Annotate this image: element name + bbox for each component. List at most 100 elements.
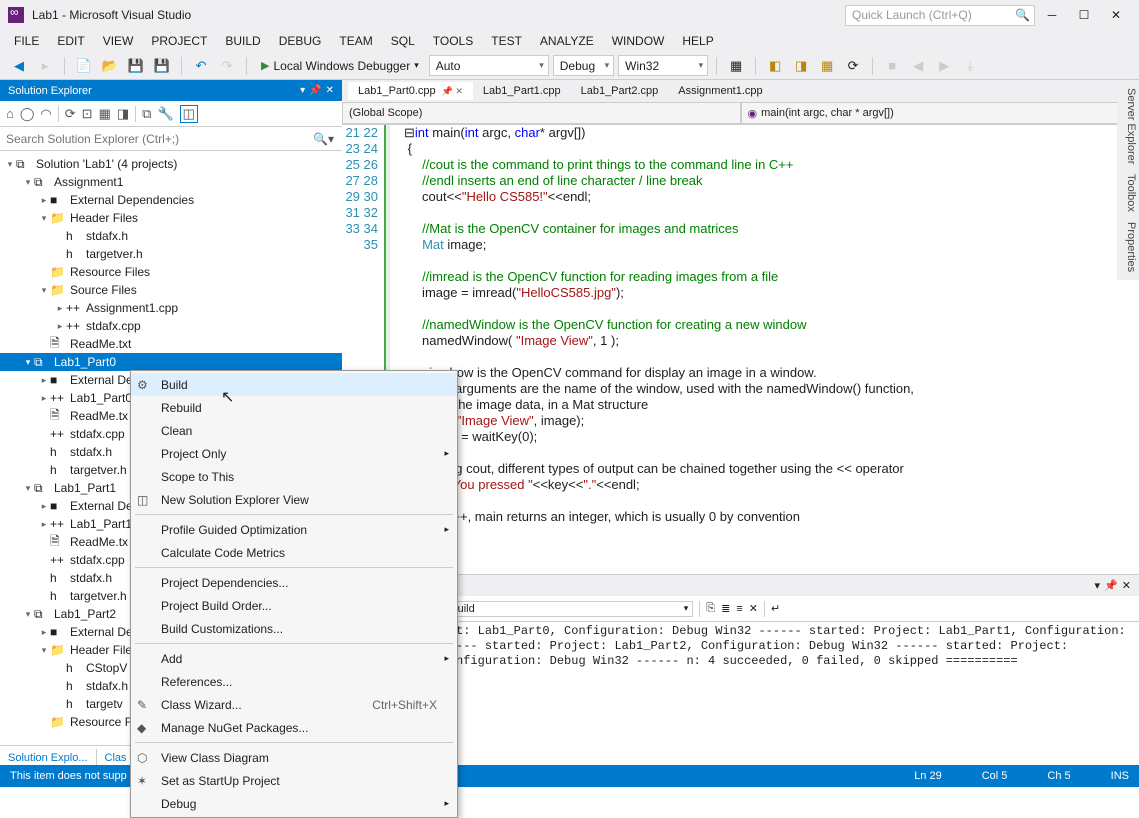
ctx-project-build-order-[interactable]: Project Build Order... [131, 594, 457, 617]
ctx-references-[interactable]: References... [131, 670, 457, 693]
ctx-rebuild[interactable]: Rebuild [131, 396, 457, 419]
tree-node[interactable]: ▸++Assignment1.cpp [0, 299, 342, 317]
tree-node[interactable]: ▸■External Dependencies [0, 191, 342, 209]
dropdown-icon[interactable]: ▾ [1095, 579, 1101, 592]
redo-button[interactable]: ↷ [216, 55, 238, 77]
code-area[interactable]: 21 22 23 24 25 26 27 28 29 30 31 32 33 3… [342, 125, 1139, 574]
tree-node[interactable]: htargetver.h [0, 245, 342, 263]
menu-file[interactable]: FILE [6, 32, 47, 50]
menu-help[interactable]: HELP [674, 32, 721, 50]
editor-tab[interactable]: Lab1_Part1.cpp [473, 82, 571, 100]
toolbar-icon[interactable]: ✕ [749, 602, 758, 615]
solution-search[interactable]: 🔍▾ [0, 127, 342, 151]
props-icon[interactable]: ⧉ [142, 106, 151, 122]
menu-edit[interactable]: EDIT [49, 32, 92, 50]
tree-node[interactable]: 📁Resource Files [0, 263, 342, 281]
toolbar-icon[interactable]: ⤓ [959, 55, 981, 77]
maximize-button[interactable]: ☐ [1069, 5, 1099, 25]
fwd-button[interactable]: ▸ [34, 55, 56, 77]
editor-tab[interactable]: Lab1_Part0.cpp 📌 ✕ [348, 82, 473, 100]
toolbar-icon[interactable]: ▦ [725, 55, 747, 77]
toolbar-icon[interactable]: ⎘ [706, 602, 715, 615]
tree-node[interactable]: 🗎ReadMe.txt [0, 335, 342, 353]
toolbar-icon[interactable]: ◀ [907, 55, 929, 77]
output-from-combo[interactable]: Build [443, 601, 693, 617]
ctx-calculate-code-metrics[interactable]: Calculate Code Metrics [131, 541, 457, 564]
toolbar-icon[interactable]: ↵ [771, 602, 780, 615]
undo-button[interactable]: ↶ [190, 55, 212, 77]
pin-icon[interactable]: 📌 [1104, 579, 1118, 592]
tree-node[interactable]: ▾📁Header Files [0, 209, 342, 227]
new-project-button[interactable]: 📄 [73, 55, 95, 77]
ctx-project-dependencies-[interactable]: Project Dependencies... [131, 571, 457, 594]
ctx-scope-to-this[interactable]: Scope to This [131, 465, 457, 488]
toggle-icon[interactable]: ◫ [180, 105, 198, 123]
ctx-new-solution-explorer-view[interactable]: ◫New Solution Explorer View [131, 488, 457, 511]
properties-tab[interactable]: Properties [1119, 222, 1137, 272]
ctx-add[interactable]: Add▸ [131, 647, 457, 670]
server-explorer-tab[interactable]: Server Explorer [1119, 88, 1137, 164]
close-button[interactable]: ✕ [1101, 5, 1131, 25]
ctx-clean[interactable]: Clean [131, 419, 457, 442]
editor-tab[interactable]: Lab1_Part2.cpp [571, 82, 669, 100]
wrench-icon[interactable]: 🔧 [157, 106, 173, 122]
minimize-button[interactable]: ─ [1037, 5, 1067, 25]
ctx-debug[interactable]: Debug▸ [131, 792, 457, 815]
toolbar-icon[interactable]: ■ [881, 55, 903, 77]
menu-sql[interactable]: SQL [383, 32, 423, 50]
close-icon[interactable]: ✕ [1122, 579, 1131, 592]
menu-test[interactable]: TEST [483, 32, 530, 50]
platform-combo[interactable]: Win32 [618, 55, 708, 76]
fwd-icon[interactable]: ◠ [40, 106, 51, 122]
open-button[interactable]: 📂 [99, 55, 121, 77]
tree-node[interactable]: ▾⧉Lab1_Part0 [0, 353, 342, 371]
start-debugger-button[interactable]: ▶ Local Windows Debugger ▾ [255, 59, 425, 73]
pin-icon[interactable]: 📌 [309, 85, 321, 96]
editor-tab[interactable]: Assignment1.cpp [668, 82, 772, 100]
ctx-project-only[interactable]: Project Only▸ [131, 442, 457, 465]
menu-project[interactable]: PROJECT [143, 32, 215, 50]
config-combo-debug[interactable]: Debug [553, 55, 614, 76]
save-button[interactable]: 💾 [125, 55, 147, 77]
back-button[interactable]: ◀ [8, 55, 30, 77]
toolbar-icon[interactable]: ▶ [933, 55, 955, 77]
toolbar-icon[interactable]: ≣ [721, 602, 730, 615]
config-combo-auto[interactable]: Auto [429, 55, 549, 76]
menu-build[interactable]: BUILD [217, 32, 268, 50]
scope-combo[interactable]: (Global Scope) [342, 102, 741, 124]
menu-analyze[interactable]: ANALYZE [532, 32, 602, 50]
ctx-profile-guided-optimization[interactable]: Profile Guided Optimization▸ [131, 518, 457, 541]
tree-root[interactable]: ▾⧉Solution 'Lab1' (4 projects) [0, 155, 342, 173]
sync-icon[interactable]: ◨ [117, 106, 129, 122]
menu-debug[interactable]: DEBUG [271, 32, 330, 50]
tree-node[interactable]: ▾📁Source Files [0, 281, 342, 299]
back-icon[interactable]: ◯ [20, 106, 35, 122]
toolbar-icon[interactable]: ≡ [736, 603, 742, 615]
ctx-manage-nuget-packages-[interactable]: ◆Manage NuGet Packages... [131, 716, 457, 739]
function-combo[interactable]: ◉ main(int argc, char * argv[]) [741, 102, 1139, 124]
ctx-class-wizard-[interactable]: ✎Class Wizard...Ctrl+Shift+X [131, 693, 457, 716]
show-icon[interactable]: ▦ [99, 106, 111, 122]
ctx-build[interactable]: ⚙Build [131, 373, 457, 396]
menu-window[interactable]: WINDOW [604, 32, 673, 50]
toolbar-icon[interactable]: ▦ [816, 55, 838, 77]
toolbar-icon[interactable]: ◨ [790, 55, 812, 77]
ctx-set-as-startup-project[interactable]: ✶Set as StartUp Project [131, 769, 457, 792]
menu-team[interactable]: TEAM [331, 32, 380, 50]
home-icon[interactable]: ⌂ [6, 106, 14, 121]
collapse-icon[interactable]: ⊡ [82, 106, 93, 122]
refresh-icon[interactable]: ⟳ [65, 106, 76, 122]
tree-node[interactable]: ▾⧉Assignment1 [0, 173, 342, 191]
quick-launch-input[interactable]: Quick Launch (Ctrl+Q) 🔍 [845, 5, 1035, 26]
tree-node[interactable]: hstdafx.h [0, 227, 342, 245]
tree-node[interactable]: ▸++stdafx.cpp [0, 317, 342, 335]
save-all-button[interactable]: 💾 [151, 55, 173, 77]
tab-solution-explorer[interactable]: Solution Explo... [0, 749, 97, 767]
menu-view[interactable]: VIEW [95, 32, 142, 50]
ctx-view-class-diagram[interactable]: ⬡View Class Diagram [131, 746, 457, 769]
close-icon[interactable]: ✕ [326, 85, 334, 96]
toolbox-tab[interactable]: Toolbox [1119, 174, 1137, 212]
dropdown-icon[interactable]: ▾ [300, 85, 305, 96]
ctx-build-customizations-[interactable]: Build Customizations... [131, 617, 457, 640]
menu-tools[interactable]: TOOLS [425, 32, 481, 50]
